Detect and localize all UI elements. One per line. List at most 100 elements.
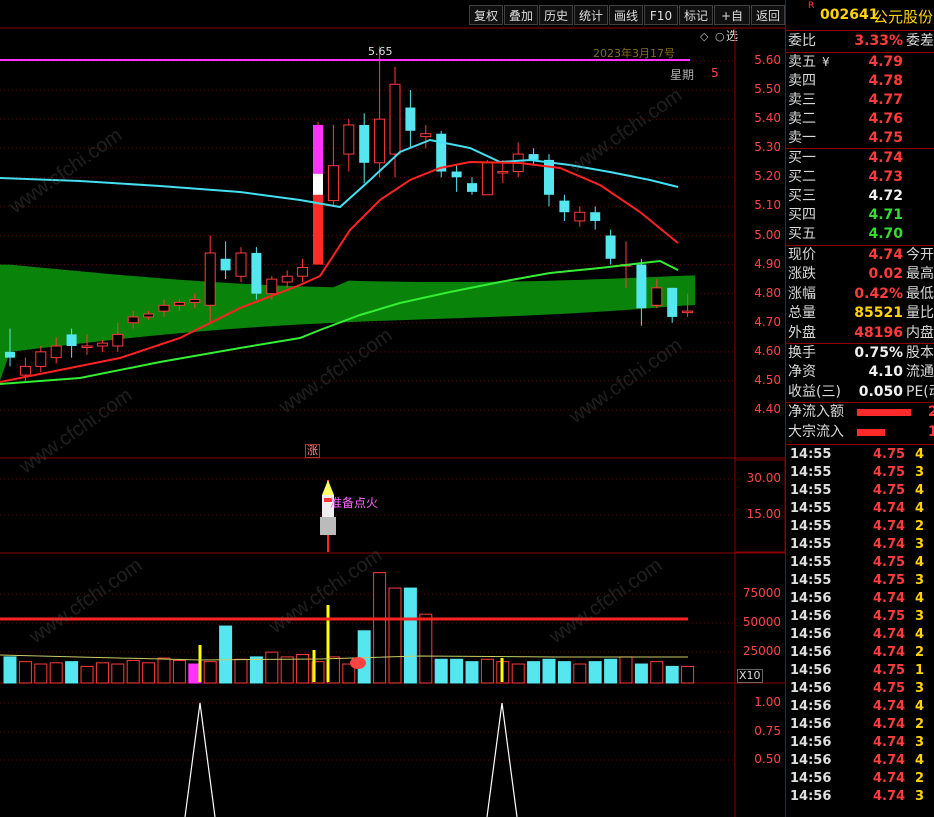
tick-row: 14:55 4.75 4 [786, 554, 934, 572]
tick-row: 14:55 4.75 3 [786, 464, 934, 482]
tick-row: 14:55 4.75 4 [786, 482, 934, 500]
candle-body [590, 212, 601, 221]
axis-tick-label: 4.90 [754, 256, 781, 271]
volume-bar [280, 656, 294, 684]
axis-tick-label: 4.60 [754, 343, 781, 358]
row-label: 涨幅 [788, 285, 816, 302]
stat-row: 涨幅 0.42% 最低 [786, 285, 934, 304]
row-value: 4.76 [868, 111, 903, 127]
volume-bar [434, 658, 448, 684]
tick-volume: 4 [915, 627, 925, 642]
row-label: 净资 [788, 364, 816, 381]
tick-time: 14:56 [790, 717, 832, 732]
tick-row: 14:55 4.74 3 [786, 536, 934, 554]
row-label: 卖四 [788, 73, 816, 89]
tick-price: 4.75 [873, 465, 906, 480]
row-value: 4.74 [868, 150, 903, 166]
tick-row: 14:56 4.74 2 [786, 770, 934, 788]
candle-body [220, 258, 231, 271]
tick-time: 14:56 [790, 699, 832, 714]
row-label2: PE(动) [906, 383, 934, 400]
row-label: 涨跌 [788, 266, 816, 283]
row-value: 4.78 [868, 73, 903, 89]
peak-price-label: 5.65 [368, 45, 393, 58]
candle-body [667, 287, 678, 317]
tick-time: 14:55 [790, 537, 832, 552]
tick-row: 14:56 4.74 3 [786, 788, 934, 806]
tick-price: 4.75 [873, 555, 906, 570]
tick-price: 4.75 [873, 483, 906, 498]
volume-ma2-line [0, 654, 688, 661]
flow-value: 1 [928, 423, 934, 442]
tick-time: 14:56 [790, 591, 832, 606]
candle-body [343, 124, 355, 155]
candle-body [481, 162, 493, 196]
tick-volume: 4 [915, 483, 925, 498]
row-label: 买四 [788, 207, 816, 223]
weekday-value: 5 [711, 66, 719, 80]
axis-tick-label: 5.40 [754, 111, 781, 126]
rocket-booster [320, 517, 336, 535]
volume-bar [95, 662, 109, 684]
stock-badge: R [808, 1, 815, 11]
tick-time: 14:56 [790, 645, 832, 660]
row-label: 卖一 [788, 130, 816, 146]
tick-time: 14:55 [790, 573, 832, 588]
stat-row: 净资 4.10 流通 [786, 363, 934, 382]
tick-row: 14:56 4.74 2 [786, 644, 934, 662]
tick-time: 14:56 [790, 627, 832, 642]
row-value: 4.70 [868, 226, 903, 242]
volume-bar [450, 658, 464, 684]
volume-bar [465, 661, 479, 684]
candle-body [251, 252, 262, 294]
row-label: 买二 [788, 169, 816, 185]
date-label: 2023年3月17号 [593, 47, 675, 60]
tick-price: 4.75 [873, 681, 906, 696]
axis-tick-label: 1.00 [754, 695, 781, 709]
bid-row: 买五 4.70 [786, 225, 934, 244]
stat-row: 换手 0.75% 股本 [786, 344, 934, 363]
tick-row: 14:56 4.74 3 [786, 734, 934, 752]
quote-panel: R 002641 公元股份 委比 3.33% 委差 卖五 4.79 ¥ 卖四 4.78 卖… [785, 0, 934, 817]
row-label: 卖五 [788, 54, 816, 70]
tick-volume: 2 [915, 717, 925, 732]
candle-body [96, 342, 108, 347]
tick-time: 14:55 [790, 465, 832, 480]
row-label: 收益(三) [788, 383, 841, 400]
row-label2: 内盘 [906, 324, 934, 341]
candle-body [497, 171, 509, 174]
tick-row: 14:56 4.75 3 [786, 608, 934, 626]
tick-price: 4.74 [873, 501, 906, 516]
row-label: 外盘 [788, 324, 816, 341]
tick-time: 14:56 [790, 753, 832, 768]
stock-header: R 002641 公元股份 [786, 0, 934, 31]
tick-price: 4.75 [873, 573, 906, 588]
candle-body [405, 107, 416, 131]
tick-volume: 3 [915, 681, 925, 696]
volume-bar [681, 665, 695, 684]
tick-row: 14:55 4.75 3 [786, 572, 934, 590]
tick-volume: 4 [915, 501, 925, 516]
tick-price: 4.74 [873, 753, 906, 768]
rise-marker: 涨 [305, 444, 320, 458]
volume-bar [34, 663, 48, 684]
tick-price: 4.74 [873, 771, 906, 786]
tick-row: 14:56 4.74 4 [786, 698, 934, 716]
volume-bar [142, 662, 156, 684]
tick-volume: 3 [915, 789, 925, 804]
rocket-label: 准备点火 [330, 496, 379, 510]
volume-bar [373, 572, 387, 684]
tick-price: 4.74 [873, 591, 906, 606]
row-value: 85521 [854, 305, 903, 322]
candle-body [389, 83, 401, 155]
volume-bar [172, 659, 186, 684]
row-value: 4.72 [868, 188, 903, 204]
row-label: 卖二 [788, 111, 816, 127]
ask-row: 卖二 4.76 [786, 110, 934, 129]
candle-body [173, 301, 185, 306]
flow-row: 大宗流入 1 [786, 423, 934, 442]
candle-body [574, 211, 586, 222]
tick-price: 4.74 [873, 645, 906, 660]
candle-body [467, 183, 477, 192]
stat-row: 现价 4.74 今开 [786, 246, 934, 265]
